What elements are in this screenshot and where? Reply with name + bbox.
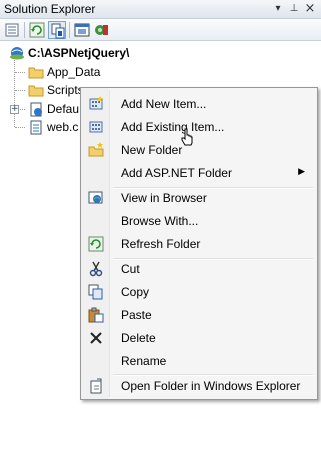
tree-line [15, 72, 25, 73]
menu-item-label: Open Folder in Windows Explorer [121, 379, 301, 393]
menu-item-view-in-browser[interactable]: View in Browser [83, 187, 315, 209]
menu-item-label: Add Existing Item... [121, 120, 225, 134]
menu-item-new-folder[interactable]: New Folder [83, 139, 315, 161]
menu-item-label: Add ASP.NET Folder [121, 166, 232, 180]
tree-item-label: Scripts [47, 83, 84, 97]
tree-line [15, 90, 25, 91]
menu-item-add-asp-net-folder[interactable]: Add ASP.NET Folder ▶ [83, 162, 315, 184]
refresh-icon [88, 236, 104, 252]
new-folder-icon [88, 142, 104, 157]
menu-item-label: Refresh Folder [121, 237, 201, 251]
window-title: Solution Explorer [4, 2, 96, 16]
menu-item-refresh-folder[interactable]: Refresh Folder [83, 233, 315, 255]
tree-line [14, 60, 15, 127]
properties-button[interactable] [3, 21, 21, 39]
menu-item-copy[interactable]: Copy [83, 281, 315, 303]
tree-item-label: App_Data [47, 65, 101, 79]
open-folder-icon [90, 378, 102, 394]
menu-item-open-folder-in-windows-explorer[interactable]: Open Folder in Windows Explorer [83, 375, 315, 397]
refresh-button[interactable] [28, 21, 46, 39]
menu-item-paste[interactable]: Paste [83, 304, 315, 326]
refresh-icon [29, 22, 45, 38]
view-in-browser-icon [88, 191, 103, 204]
menu-item-rename[interactable]: Rename [83, 350, 315, 372]
menu-item-delete[interactable]: Delete [83, 327, 315, 349]
menu-item-label: New Folder [121, 143, 183, 157]
menu-item-cut[interactable]: Cut [83, 258, 315, 280]
copy-icon [88, 284, 103, 300]
show-all-files-button[interactable] [48, 21, 66, 39]
menu-item-label: View in Browser [121, 191, 207, 205]
add-new-item-icon [89, 96, 103, 110]
view-designer-icon [74, 23, 90, 37]
context-menu: Add New Item... Add Existing Item... New… [80, 87, 318, 400]
asp-net-configuration-icon [95, 25, 108, 35]
menu-item-label: Browse With... [121, 214, 199, 228]
tree-expander[interactable]: + [10, 105, 19, 114]
website-icon [10, 47, 24, 60]
menu-item-label: Rename [121, 354, 167, 368]
menu-item-label: Add New Item... [121, 97, 207, 111]
toolbar-separator [24, 22, 25, 38]
toolbar [0, 19, 321, 41]
menu-item-add-new-item[interactable]: Add New Item... [83, 93, 315, 115]
delete-icon [90, 332, 102, 344]
tree-line [15, 127, 25, 128]
menu-item-add-existing-item[interactable]: Add Existing Item... [83, 116, 315, 138]
config-file-icon [30, 120, 42, 135]
show-all-files-icon [51, 23, 65, 39]
menu-item-browse-with[interactable]: Browse With... [83, 210, 315, 232]
tree-item-label: web.c [47, 120, 79, 134]
menu-item-label: Paste [121, 308, 152, 322]
auto-hide-pin-button[interactable]: ⊥ [288, 2, 300, 15]
menu-item-label: Cut [121, 262, 140, 276]
paste-icon [88, 307, 104, 323]
tree-root-label: C:\ASPNetjQuery\ [28, 46, 130, 60]
add-existing-item-icon [89, 121, 103, 133]
window-position-dropdown-button[interactable]: ▾ [272, 2, 284, 15]
cut-icon [89, 261, 103, 277]
mouse-cursor-icon [181, 128, 193, 146]
menu-item-label: Delete [121, 331, 156, 345]
web-page-icon [30, 102, 42, 117]
properties-icon [5, 23, 19, 37]
view-designer-button[interactable] [73, 21, 91, 39]
menu-item-label: Copy [121, 285, 150, 299]
submenu-arrow-icon: ▶ [298, 166, 305, 176]
tree-item-label: Defau [47, 102, 80, 116]
folder-icon [28, 67, 44, 79]
tree-line [18, 109, 25, 110]
close-button[interactable]: × [304, 2, 316, 15]
folder-icon [28, 85, 44, 97]
toolbar-separator [69, 22, 70, 38]
asp-net-configuration-button[interactable] [93, 21, 111, 39]
title-bar: Solution Explorer ▾ ⊥ × [0, 0, 321, 19]
